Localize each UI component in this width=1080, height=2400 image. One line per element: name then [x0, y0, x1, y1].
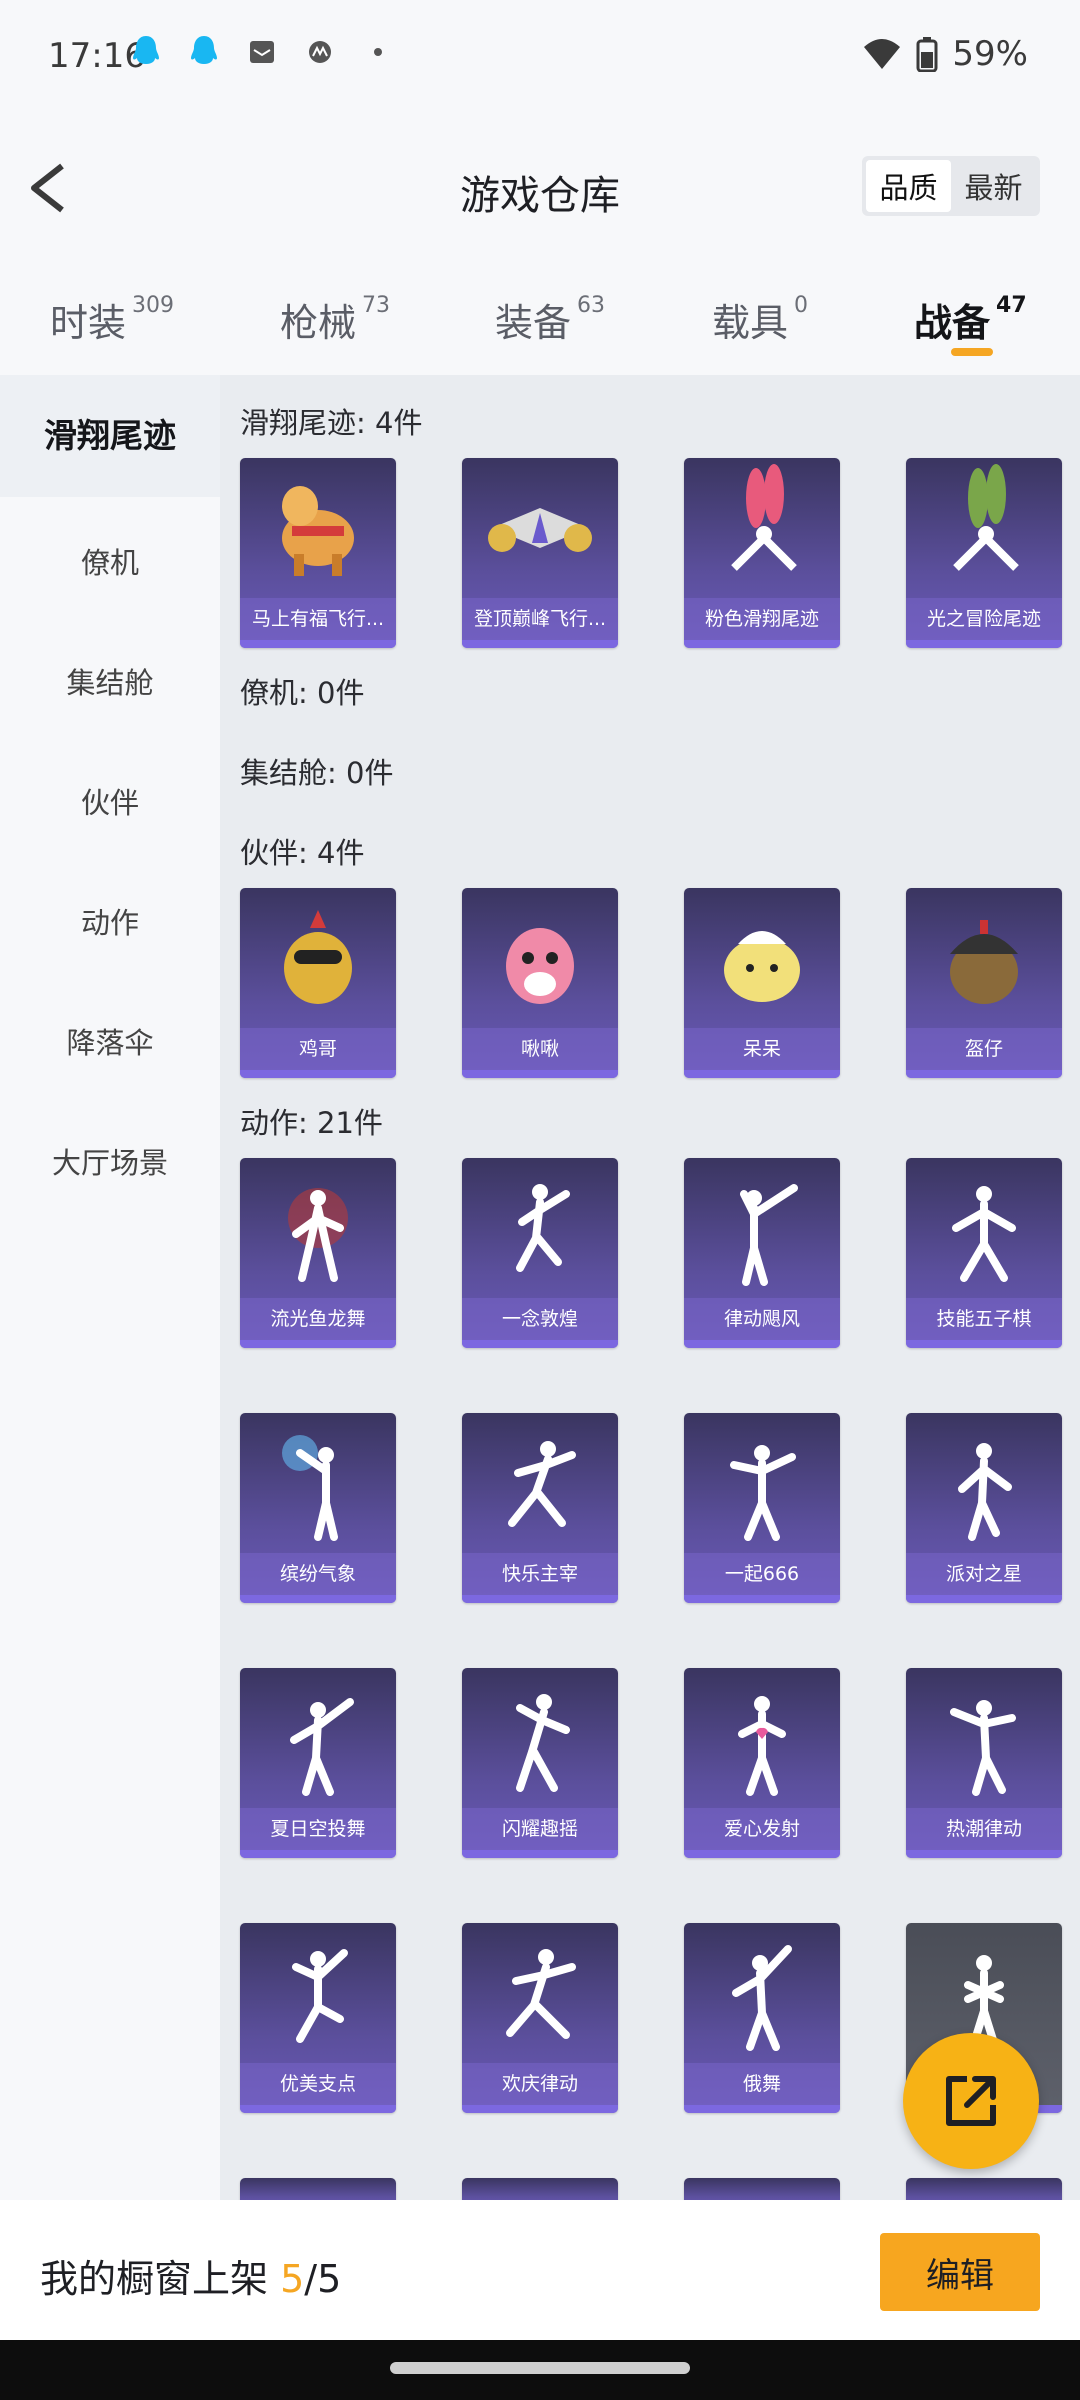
dancer-icon — [506, 1949, 576, 2039]
item-card[interactable]: 啾啾 — [462, 888, 618, 1078]
item-card[interactable]: 热潮律动 — [906, 1668, 1062, 1858]
item-card[interactable]: 缤纷气象 — [240, 1413, 396, 1603]
tab-guns[interactable]: 枪械 73 — [280, 292, 390, 347]
system-nav-bar — [0, 2340, 1080, 2400]
sidebar-item-emote[interactable]: 动作 — [0, 900, 220, 942]
dancer-icon — [516, 1694, 570, 1792]
section-title: 集结舱: 0件 — [240, 756, 394, 790]
dancer-icon — [282, 1435, 338, 1541]
item-card[interactable]: 呆呆 — [684, 888, 840, 1078]
item-card[interactable]: 流光鱼龙舞 — [240, 1158, 396, 1348]
item-card[interactable]: 一念敦煌 — [462, 1158, 618, 1348]
category-tabs: 时装 309 枪械 73 装备 63 载具 0 战备 47 — [0, 260, 1080, 375]
item-card[interactable] — [462, 2178, 618, 2200]
sidebar-item-lobby[interactable]: 大厅场景 — [0, 1140, 220, 1182]
home-gesture-bar[interactable] — [390, 2362, 690, 2374]
share-button[interactable] — [903, 2033, 1039, 2169]
item-card[interactable]: 律动飓风 — [684, 1158, 840, 1348]
sort-toggle[interactable]: 品质 最新 — [862, 156, 1040, 216]
item-card[interactable]: 盔仔 — [906, 888, 1062, 1078]
dancer-icon — [288, 1188, 348, 1282]
item-card[interactable] — [240, 2178, 396, 2200]
dancer-icon — [958, 1443, 1012, 1541]
sidebar-item-pod[interactable]: 集结舱 — [0, 660, 220, 702]
item-card[interactable]: 俄舞 — [684, 1923, 840, 2113]
item-card[interactable]: 光之冒险尾迹 — [906, 458, 1062, 648]
share-icon — [946, 2076, 996, 2126]
tab-vehicles[interactable]: 载具 0 — [712, 292, 808, 347]
tab-fashion[interactable]: 时装 309 — [50, 292, 174, 347]
sidebar-item-wingman[interactable]: 僚机 — [0, 540, 220, 582]
item-card[interactable]: 闪耀趣摇 — [462, 1668, 618, 1858]
chicken-icon — [284, 910, 352, 1004]
item-grid: 滑翔尾迹: 4件 马上有福飞行... 登顶巅峰飞行... 粉色滑翔尾迹 光之冒险… — [220, 375, 1080, 2200]
dancer-icon — [952, 1186, 1016, 1282]
item-card[interactable]: 爱心发射 — [684, 1668, 840, 1858]
sidebar-item-partner[interactable]: 伙伴 — [0, 780, 220, 822]
section-title: 滑翔尾迹: 4件 — [240, 406, 423, 440]
item-card[interactable]: 快乐主宰 — [462, 1413, 618, 1603]
tab-battle-prep[interactable]: 战备 47 — [914, 292, 1027, 347]
dancer-icon — [740, 1184, 798, 1286]
motorola-icon — [309, 41, 331, 63]
horse-toy-icon — [282, 486, 354, 576]
dancer-icon — [292, 1949, 348, 2043]
sort-quality[interactable]: 品质 — [866, 160, 951, 212]
item-card[interactable] — [906, 2178, 1062, 2200]
status-right: 59% — [862, 34, 1028, 74]
green-smoke-icon — [953, 464, 1019, 571]
item-card[interactable] — [684, 2178, 840, 2200]
dancer-icon — [508, 1441, 576, 1527]
battery-icon — [916, 37, 938, 72]
section-title: 僚机: 0件 — [240, 676, 365, 710]
qq-icon — [133, 36, 159, 64]
item-card[interactable]: 鸡哥 — [240, 888, 396, 1078]
item-card[interactable]: 粉色滑翔尾迹 — [684, 458, 840, 648]
sidebar-item-glide[interactable]: 滑翔尾迹 — [0, 375, 220, 497]
status-bar: 17:16 59% — [0, 0, 1080, 115]
dancer-icon — [950, 1700, 1016, 1796]
aircraft-icon — [488, 508, 592, 552]
tab-equipment[interactable]: 装备 63 — [495, 292, 605, 347]
item-card[interactable]: 优美支点 — [240, 1923, 396, 2113]
item-card[interactable]: 夏日空投舞 — [240, 1668, 396, 1858]
item-card[interactable]: 登顶巅峰飞行... — [462, 458, 618, 648]
app-header: 游戏仓库 品质 最新 — [0, 115, 1080, 260]
dancer-icon — [730, 1445, 796, 1541]
active-tab-indicator — [951, 348, 993, 356]
qq-icon — [191, 36, 217, 64]
item-card[interactable]: 一起666 — [684, 1413, 840, 1603]
section-title: 动作: 21件 — [240, 1106, 383, 1140]
dancer-icon — [290, 1698, 354, 1796]
sidebar: 滑翔尾迹 僚机 集结舱 伙伴 动作 降落伞 大厅场景 — [0, 375, 220, 2200]
dancer-icon — [516, 1184, 570, 1272]
helmet-chick-icon — [950, 920, 1018, 1004]
edit-button[interactable]: 编辑 — [880, 2233, 1040, 2311]
pink-smoke-icon — [731, 464, 797, 571]
dancer-icon — [738, 1696, 786, 1796]
sort-latest[interactable]: 最新 — [951, 160, 1036, 212]
showcase-bar: 我的橱窗上架 5/5 编辑 — [0, 2200, 1080, 2340]
yellow-chick-icon — [724, 931, 800, 1002]
showcase-status: 我的橱窗上架 5/5 — [40, 2257, 342, 2301]
item-card[interactable]: 马上有福飞行... — [240, 458, 396, 648]
mail-icon — [250, 41, 274, 63]
battery-percent: 59% — [952, 34, 1028, 74]
notification-icons — [130, 34, 394, 70]
dancer-icon — [732, 1945, 792, 2051]
section-title: 伙伴: 4件 — [240, 836, 365, 870]
sidebar-item-parachute[interactable]: 降落伞 — [0, 1020, 220, 1062]
item-card[interactable]: 派对之星 — [906, 1413, 1062, 1603]
item-card[interactable]: 技能五子棋 — [906, 1158, 1062, 1348]
pink-bird-icon — [506, 928, 574, 1004]
wifi-icon — [864, 39, 901, 69]
dot-icon — [374, 48, 382, 56]
item-card[interactable]: 欢庆律动 — [462, 1923, 618, 2113]
